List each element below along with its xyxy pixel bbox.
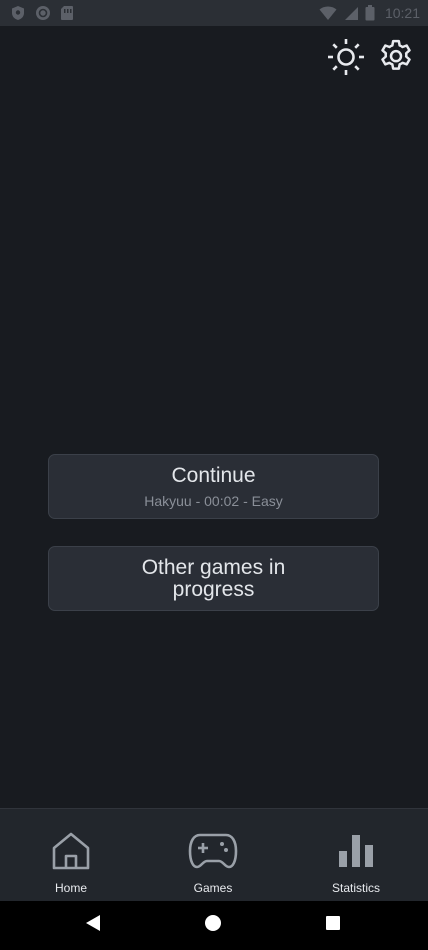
other-games-button[interactable]: Other games in progress xyxy=(48,546,379,611)
system-home-button[interactable] xyxy=(183,901,243,950)
recents-icon xyxy=(325,915,341,936)
nav-label-statistics: Statistics xyxy=(331,881,380,895)
home-icon xyxy=(50,829,92,873)
continue-button[interactable]: Continue Hakyuu - 00:02 - Easy xyxy=(48,454,379,519)
nav-label-home: Home xyxy=(54,881,87,895)
gamepad-icon xyxy=(188,829,238,873)
wifi-icon xyxy=(319,6,337,21)
nav-item-statistics[interactable]: Statistics xyxy=(296,809,416,902)
bottom-navigation: Home Games Statistics xyxy=(0,808,428,901)
system-navigation-bar xyxy=(0,901,428,950)
bar-chart-icon xyxy=(336,829,376,873)
nav-label-games: Games xyxy=(193,881,233,895)
back-icon xyxy=(84,914,102,937)
signal-icon xyxy=(343,6,359,21)
app-screen: 10:21 Continue Hakyuu - 00:02 - Easy Oth… xyxy=(0,0,428,950)
status-bar-left xyxy=(8,5,74,21)
nav-item-home[interactable]: Home xyxy=(11,809,131,902)
system-back-button[interactable] xyxy=(63,901,123,950)
continue-title: Continue xyxy=(171,463,256,487)
circle-icon xyxy=(35,5,51,21)
theme-toggle-button[interactable] xyxy=(325,38,367,80)
sim-card-icon xyxy=(60,5,74,21)
home-circle-icon xyxy=(204,914,222,937)
continue-subtitle: Hakyuu - 00:02 - Easy xyxy=(144,492,283,509)
sun-icon xyxy=(326,37,366,82)
battery-icon xyxy=(365,5,375,21)
status-bar: 10:21 xyxy=(0,0,428,26)
status-time: 10:21 xyxy=(384,5,420,21)
shield-icon xyxy=(10,5,26,21)
nav-item-games[interactable]: Games xyxy=(153,809,273,902)
status-bar-right: 10:21 xyxy=(319,5,420,21)
system-recents-button[interactable] xyxy=(303,901,363,950)
gear-icon xyxy=(376,37,416,82)
settings-button[interactable] xyxy=(375,38,417,80)
other-games-title: Other games in progress xyxy=(141,555,286,601)
